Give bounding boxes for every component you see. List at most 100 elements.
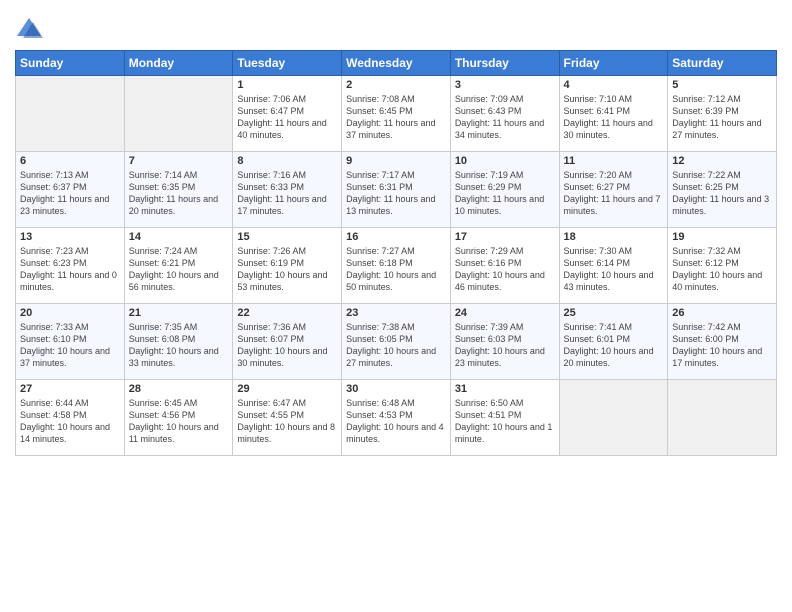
- calendar-cell: 1 Sunrise: 7:06 AMSunset: 6:47 PMDaylight…: [233, 76, 342, 152]
- col-header-saturday: Saturday: [668, 51, 777, 76]
- calendar-cell: 21 Sunrise: 7:35 AMSunset: 6:08 PMDayligh…: [124, 304, 233, 380]
- week-row-2: 6 Sunrise: 7:13 AMSunset: 6:37 PMDaylight…: [16, 152, 777, 228]
- calendar-cell: 13Sunrise: 7:23 AMSunset: 6:23 PMDayligh…: [16, 228, 125, 304]
- calendar-cell: [124, 76, 233, 152]
- col-header-monday: Monday: [124, 51, 233, 76]
- day-info: Sunrise: 7:19 AMSunset: 6:29 PMDaylight:…: [455, 169, 555, 218]
- header-row: SundayMondayTuesdayWednesdayThursdayFrid…: [16, 51, 777, 76]
- day-number: 15: [237, 231, 337, 243]
- day-info: Sunrise: 7:36 AMSunset: 6:07 PMDaylight:…: [237, 321, 337, 370]
- day-number: 12: [672, 155, 772, 167]
- week-row-4: 20 Sunrise: 7:33 AMSunset: 6:10 PMDayligh…: [16, 304, 777, 380]
- day-info: Sunrise: 7:09 AMSunset: 6:43 PMDaylight:…: [455, 93, 555, 142]
- day-number: 27: [20, 383, 120, 395]
- day-info: Sunrise: 7:16 AMSunset: 6:33 PMDaylight:…: [237, 169, 337, 218]
- day-info: Sunrise: 7:13 AMSunset: 6:37 PMDaylight:…: [20, 169, 120, 218]
- day-number: 2: [346, 79, 446, 91]
- calendar-cell: 19 Sunrise: 7:32 AMSunset: 6:12 PMDayligh…: [668, 228, 777, 304]
- day-info: Sunrise: 7:27 AMSunset: 6:18 PMDaylight:…: [346, 245, 446, 294]
- day-info: Sunrise: 7:41 AMSunset: 6:01 PMDaylight:…: [564, 321, 664, 370]
- calendar-cell: 25Sunrise: 7:41 AMSunset: 6:01 PMDayligh…: [559, 304, 668, 380]
- day-info: Sunrise: 7:38 AMSunset: 6:05 PMDaylight:…: [346, 321, 446, 370]
- day-number: 7: [129, 155, 229, 167]
- day-info: Sunrise: 7:39 AMSunset: 6:03 PMDaylight:…: [455, 321, 555, 370]
- calendar-cell: 2Sunrise: 7:08 AMSunset: 6:45 PMDaylight…: [342, 76, 451, 152]
- calendar-table: SundayMondayTuesdayWednesdayThursdayFrid…: [15, 50, 777, 456]
- day-number: 18: [564, 231, 664, 243]
- day-info: Sunrise: 7:24 AMSunset: 6:21 PMDaylight:…: [129, 245, 229, 294]
- logo-icon: [15, 14, 43, 42]
- logo: [15, 14, 45, 42]
- calendar-cell: [559, 380, 668, 456]
- day-number: 16: [346, 231, 446, 243]
- day-info: Sunrise: 6:50 AMSunset: 4:51 PMDaylight:…: [455, 397, 555, 446]
- calendar-cell: 11 Sunrise: 7:20 AMSunset: 6:27 PMDayligh…: [559, 152, 668, 228]
- calendar-cell: 5 Sunrise: 7:12 AMSunset: 6:39 PMDaylight…: [668, 76, 777, 152]
- day-number: 30: [346, 383, 446, 395]
- day-number: 31: [455, 383, 555, 395]
- day-number: 20: [20, 307, 120, 319]
- calendar-cell: 23Sunrise: 7:38 AMSunset: 6:05 PMDayligh…: [342, 304, 451, 380]
- page: SundayMondayTuesdayWednesdayThursdayFrid…: [0, 0, 792, 612]
- calendar-cell: 18 Sunrise: 7:30 AMSunset: 6:14 PMDayligh…: [559, 228, 668, 304]
- calendar-cell: [16, 76, 125, 152]
- day-number: 28: [129, 383, 229, 395]
- day-number: 11: [564, 155, 664, 167]
- day-number: 10: [455, 155, 555, 167]
- day-info: Sunrise: 6:45 AMSunset: 4:56 PMDaylight:…: [129, 397, 229, 446]
- day-number: 1: [237, 79, 337, 91]
- col-header-tuesday: Tuesday: [233, 51, 342, 76]
- calendar-cell: 8Sunrise: 7:16 AMSunset: 6:33 PMDaylight…: [233, 152, 342, 228]
- day-info: Sunrise: 6:48 AMSunset: 4:53 PMDaylight:…: [346, 397, 446, 446]
- day-info: Sunrise: 7:06 AMSunset: 6:47 PMDaylight:…: [237, 93, 337, 142]
- day-number: 26: [672, 307, 772, 319]
- calendar-cell: 9Sunrise: 7:17 AMSunset: 6:31 PMDaylight…: [342, 152, 451, 228]
- calendar-cell: 6 Sunrise: 7:13 AMSunset: 6:37 PMDaylight…: [16, 152, 125, 228]
- calendar-cell: 3Sunrise: 7:09 AMSunset: 6:43 PMDaylight…: [450, 76, 559, 152]
- day-number: 5: [672, 79, 772, 91]
- calendar-cell: 17 Sunrise: 7:29 AMSunset: 6:16 PMDayligh…: [450, 228, 559, 304]
- day-info: Sunrise: 7:42 AMSunset: 6:00 PMDaylight:…: [672, 321, 772, 370]
- calendar-cell: 22 Sunrise: 7:36 AMSunset: 6:07 PMDayligh…: [233, 304, 342, 380]
- day-number: 6: [20, 155, 120, 167]
- day-info: Sunrise: 7:33 AMSunset: 6:10 PMDaylight:…: [20, 321, 120, 370]
- day-number: 4: [564, 79, 664, 91]
- day-info: Sunrise: 7:20 AMSunset: 6:27 PMDaylight:…: [564, 169, 664, 218]
- day-info: Sunrise: 7:14 AMSunset: 6:35 PMDaylight:…: [129, 169, 229, 218]
- calendar-cell: [668, 380, 777, 456]
- day-number: 17: [455, 231, 555, 243]
- calendar-cell: 15 Sunrise: 7:26 AMSunset: 6:19 PMDayligh…: [233, 228, 342, 304]
- calendar-cell: 30 Sunrise: 6:48 AMSunset: 4:53 PMDayligh…: [342, 380, 451, 456]
- day-info: Sunrise: 7:30 AMSunset: 6:14 PMDaylight:…: [564, 245, 664, 294]
- day-number: 19: [672, 231, 772, 243]
- header: [15, 10, 777, 42]
- week-row-3: 13Sunrise: 7:23 AMSunset: 6:23 PMDayligh…: [16, 228, 777, 304]
- calendar-cell: 29Sunrise: 6:47 AMSunset: 4:55 PMDayligh…: [233, 380, 342, 456]
- calendar-cell: 27 Sunrise: 6:44 AMSunset: 4:58 PMDayligh…: [16, 380, 125, 456]
- day-info: Sunrise: 6:44 AMSunset: 4:58 PMDaylight:…: [20, 397, 120, 446]
- day-info: Sunrise: 7:32 AMSunset: 6:12 PMDaylight:…: [672, 245, 772, 294]
- calendar-cell: 10 Sunrise: 7:19 AMSunset: 6:29 PMDayligh…: [450, 152, 559, 228]
- day-number: 22: [237, 307, 337, 319]
- calendar-cell: 12 Sunrise: 7:22 AMSunset: 6:25 PMDayligh…: [668, 152, 777, 228]
- col-header-sunday: Sunday: [16, 51, 125, 76]
- calendar-cell: 31 Sunrise: 6:50 AMSunset: 4:51 PMDayligh…: [450, 380, 559, 456]
- day-info: Sunrise: 7:17 AMSunset: 6:31 PMDaylight:…: [346, 169, 446, 218]
- day-info: Sunrise: 7:22 AMSunset: 6:25 PMDaylight:…: [672, 169, 772, 218]
- day-info: Sunrise: 7:35 AMSunset: 6:08 PMDaylight:…: [129, 321, 229, 370]
- calendar-cell: 7 Sunrise: 7:14 AMSunset: 6:35 PMDaylight…: [124, 152, 233, 228]
- day-number: 21: [129, 307, 229, 319]
- col-header-thursday: Thursday: [450, 51, 559, 76]
- day-number: 13: [20, 231, 120, 243]
- day-info: Sunrise: 7:29 AMSunset: 6:16 PMDaylight:…: [455, 245, 555, 294]
- col-header-wednesday: Wednesday: [342, 51, 451, 76]
- week-row-1: 1 Sunrise: 7:06 AMSunset: 6:47 PMDaylight…: [16, 76, 777, 152]
- day-info: Sunrise: 6:47 AMSunset: 4:55 PMDaylight:…: [237, 397, 337, 446]
- col-header-friday: Friday: [559, 51, 668, 76]
- calendar-cell: 4Sunrise: 7:10 AMSunset: 6:41 PMDaylight…: [559, 76, 668, 152]
- day-info: Sunrise: 7:12 AMSunset: 6:39 PMDaylight:…: [672, 93, 772, 142]
- week-row-5: 27 Sunrise: 6:44 AMSunset: 4:58 PMDayligh…: [16, 380, 777, 456]
- calendar-cell: 16 Sunrise: 7:27 AMSunset: 6:18 PMDayligh…: [342, 228, 451, 304]
- day-info: Sunrise: 7:26 AMSunset: 6:19 PMDaylight:…: [237, 245, 337, 294]
- calendar-cell: 24Sunrise: 7:39 AMSunset: 6:03 PMDayligh…: [450, 304, 559, 380]
